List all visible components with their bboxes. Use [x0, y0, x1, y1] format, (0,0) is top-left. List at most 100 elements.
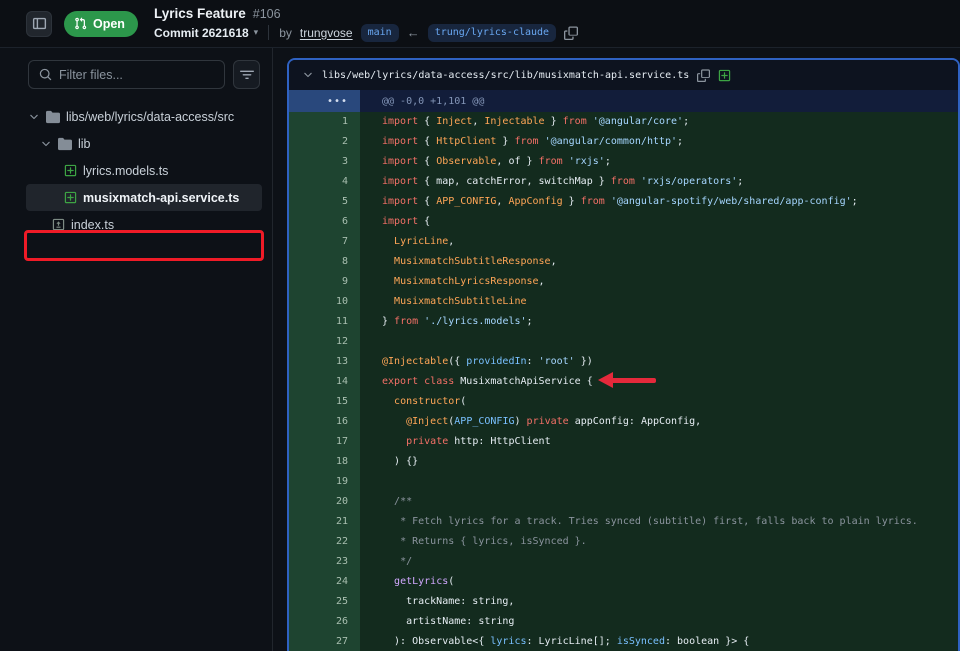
top-bar: Open Lyrics Feature #106 Commit 2621618 …	[0, 0, 960, 48]
line-number[interactable]: 14	[289, 372, 360, 392]
code-line-8: 8 MusixmatchSubtitleResponse,	[289, 252, 958, 272]
tree-item-label: musixmatch-api.service.ts	[83, 191, 239, 205]
copy-icon	[564, 26, 578, 40]
code-line-25: 25 trackName: string,	[289, 592, 958, 612]
by-label: by	[279, 26, 292, 40]
collapse-file-chevron-icon[interactable]	[302, 69, 314, 81]
file-added-icon	[64, 164, 77, 177]
filter-files-input[interactable]	[59, 68, 214, 82]
line-number[interactable]: 20	[289, 492, 360, 512]
code-line-7: 7 LyricLine,	[289, 232, 958, 252]
chevron-down-icon[interactable]: ▾	[254, 27, 259, 38]
code-text: constructor(	[360, 392, 466, 412]
diff-code-lines: 1import { Inject, Injectable } from '@an…	[289, 112, 958, 651]
code-text: ) {}	[360, 452, 418, 472]
filter-files-field[interactable]	[28, 60, 225, 89]
filter-options-button[interactable]	[233, 60, 260, 89]
file-tree: libs/web/lyrics/data-access/src lib lyrics…	[0, 103, 272, 238]
code-line-2: 2import { HttpClient } from '@angular/co…	[289, 132, 958, 152]
tree-item-lib[interactable]: lib	[0, 130, 272, 157]
code-line-14: 14export class MusixmatchApiService {	[289, 372, 958, 392]
diff-panel-area: libs/web/lyrics/data-access/src/lib/musi…	[273, 48, 960, 651]
code-line-26: 26 artistName: string	[289, 612, 958, 632]
head-branch-badge[interactable]: trung/lyrics-claude	[428, 24, 556, 42]
code-text: LyricLine,	[360, 232, 454, 252]
code-line-11: 11} from './lyrics.models';	[289, 312, 958, 332]
pr-number: #106	[253, 7, 281, 21]
line-number[interactable]: 17	[289, 432, 360, 452]
line-number[interactable]: 26	[289, 612, 360, 632]
line-number[interactable]: 21	[289, 512, 360, 532]
tree-item-lyrics-models-ts[interactable]: lyrics.models.ts	[0, 157, 272, 184]
line-number[interactable]: 25	[289, 592, 360, 612]
page-title: Lyrics Feature	[154, 6, 246, 21]
code-text: * Fetch lyrics for a track. Tries synced…	[360, 512, 918, 532]
copy-path-button[interactable]	[697, 69, 710, 82]
line-number[interactable]: 7	[289, 232, 360, 252]
line-number[interactable]: 12	[289, 332, 360, 352]
line-number[interactable]: 16	[289, 412, 360, 432]
code-text: ): Observable<{ lyrics: LyricLine[]; isS…	[360, 632, 749, 651]
code-line-19: 19	[289, 472, 958, 492]
code-text: /**	[360, 492, 412, 512]
line-number[interactable]: 6	[289, 212, 360, 232]
code-text	[360, 472, 382, 492]
tree-item-label: lyrics.models.ts	[83, 164, 168, 178]
line-number[interactable]: 15	[289, 392, 360, 412]
code-text: * Returns { lyrics, isSynced }.	[360, 532, 587, 552]
pr-status-badge[interactable]: Open	[64, 11, 138, 37]
code-text: @Injectable({ providedIn: 'root' })	[360, 352, 593, 372]
code-line-27: 27 ): Observable<{ lyrics: LyricLine[]; …	[289, 632, 958, 651]
line-number[interactable]: 18	[289, 452, 360, 472]
tree-item-label: index.ts	[71, 218, 114, 232]
code-line-18: 18 ) {}	[289, 452, 958, 472]
merge-direction-arrow: ←	[407, 25, 420, 40]
hunk-header-row: ••• @@ -0,0 +1,101 @@	[289, 90, 958, 112]
line-number[interactable]: 8	[289, 252, 360, 272]
file-modified-icon	[52, 218, 65, 231]
line-number[interactable]: 5	[289, 192, 360, 212]
sidebar-toggle-button[interactable]	[26, 11, 52, 37]
line-number[interactable]: 10	[289, 292, 360, 312]
line-number[interactable]: 2	[289, 132, 360, 152]
code-line-12: 12	[289, 332, 958, 352]
code-text	[360, 332, 382, 352]
code-line-17: 17 private http: HttpClient	[289, 432, 958, 452]
code-text: private http: HttpClient	[360, 432, 551, 452]
code-line-6: 6import {	[289, 212, 958, 232]
tree-item-index-ts[interactable]: index.ts	[0, 211, 272, 238]
author-link[interactable]: trungvose	[300, 26, 353, 40]
line-number[interactable]: 11	[289, 312, 360, 332]
code-text: MusixmatchSubtitleResponse,	[360, 252, 557, 272]
line-number[interactable]: 13	[289, 352, 360, 372]
base-branch-badge[interactable]: main	[361, 24, 399, 42]
line-number[interactable]: 27	[289, 632, 360, 651]
code-line-23: 23 */	[289, 552, 958, 572]
code-text: export class MusixmatchApiService {	[360, 372, 593, 392]
expand-hunk-button[interactable]: •••	[289, 90, 360, 112]
tree-item-label: lib	[78, 137, 91, 151]
code-text: import {	[360, 212, 430, 232]
hunk-header-text: @@ -0,0 +1,101 @@	[360, 90, 484, 112]
chevron-down-icon[interactable]	[28, 111, 40, 123]
tree-item-libs-web-lyrics-data-access-src[interactable]: libs/web/lyrics/data-access/src	[0, 103, 272, 130]
line-number[interactable]: 4	[289, 172, 360, 192]
tree-item-label: libs/web/lyrics/data-access/src	[66, 110, 234, 124]
commit-selector[interactable]: Commit 2621618	[154, 26, 249, 40]
line-number[interactable]: 19	[289, 472, 360, 492]
code-line-3: 3import { Observable, of } from 'rxjs';	[289, 152, 958, 172]
code-text: import { Observable, of } from 'rxjs';	[360, 152, 611, 172]
file-added-icon	[64, 191, 77, 204]
code-text: } from './lyrics.models';	[360, 312, 533, 332]
line-number[interactable]: 1	[289, 112, 360, 132]
code-line-16: 16 @Inject(APP_CONFIG) private appConfig…	[289, 412, 958, 432]
chevron-down-icon[interactable]	[40, 138, 52, 150]
line-number[interactable]: 22	[289, 532, 360, 552]
line-number[interactable]: 9	[289, 272, 360, 292]
copy-branch-button[interactable]	[564, 26, 578, 40]
line-number[interactable]: 23	[289, 552, 360, 572]
tree-item-musixmatch-api-service-ts[interactable]: musixmatch-api.service.ts	[26, 184, 262, 211]
code-text: MusixmatchSubtitleLine	[360, 292, 527, 312]
line-number[interactable]: 24	[289, 572, 360, 592]
line-number[interactable]: 3	[289, 152, 360, 172]
